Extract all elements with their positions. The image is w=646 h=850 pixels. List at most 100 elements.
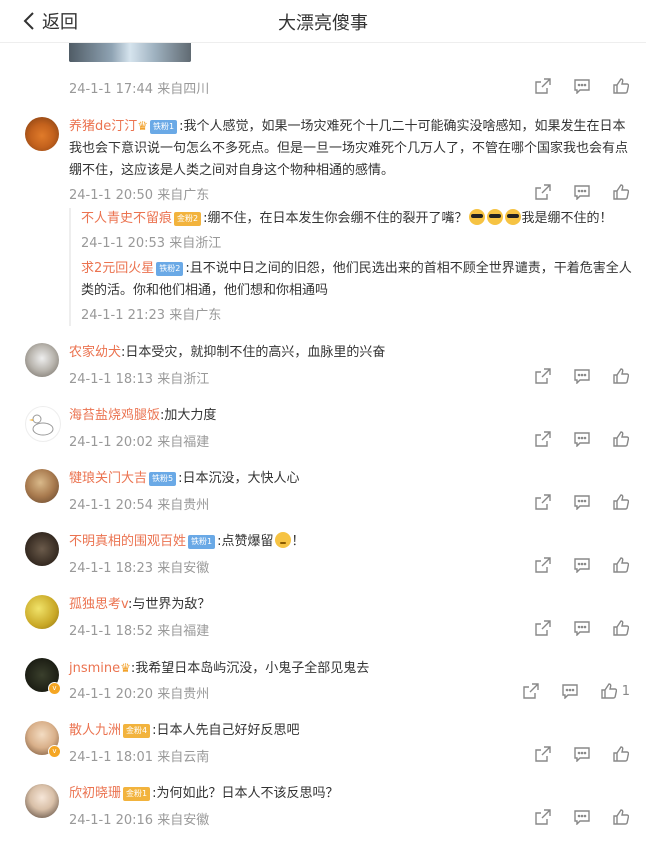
comment-icon[interactable] [573,367,591,385]
reply-meta: 24-1-1 20:53 来自浙江 [81,236,222,251]
comment-meta: 24-1-1 20:16 来自安徽 [69,813,210,828]
like-icon[interactable] [612,808,630,826]
cool-emoji-icon [486,209,503,225]
comment-text: :加大力度 [160,408,217,423]
share-icon[interactable] [534,493,552,511]
comment-icon[interactable] [561,682,579,700]
comment-text-block: 养猪de汀汀♛ 铁粉1:我个人感觉，如果一场灾难死个十几二十可能确实没啥感知，如果… [69,115,629,182]
username[interactable]: 海苔盐烧鸡腿饭 [69,408,160,423]
username[interactable]: 孤独思考v [69,597,128,612]
fan-badge: 铁粉1 [150,120,178,134]
comment-meta: 24-1-1 20:54 来自贵州 [69,498,210,513]
reply-item: 求2元回火星 铁粉2:且不说中日之间的旧怨，他们民选出来的首相不顾全世界谴责，干着… [81,258,641,323]
share-icon[interactable] [534,556,552,574]
comment-icon[interactable] [573,745,591,763]
comment-text: :日本沉没，大快人心 [178,471,300,486]
comment-text: :与世界为敌？ [127,597,211,612]
username[interactable]: 不明真相的围观百姓 [69,534,186,549]
share-icon[interactable] [534,77,552,95]
like-icon[interactable] [600,682,618,700]
like-icon[interactable] [612,77,630,95]
username[interactable]: 不人青史不留痕 [81,211,172,226]
comment-icon[interactable] [573,493,591,511]
avatar[interactable] [25,532,59,566]
comment-actions [513,367,630,385]
comment-icon[interactable] [573,77,591,95]
comment-text-block: 散人九洲 金粉4:日本人先自己好好反思吧 [69,720,629,742]
comment-meta: 24-1-1 20:20 来自贵州 [69,687,210,702]
like-icon[interactable] [612,745,630,763]
username[interactable]: 养猪de汀汀 [69,119,137,134]
comment-text: :我希望日本岛屿沉没，小鬼子全部见鬼去 [130,661,370,676]
top-bar: 返回 大漂亮傻事 [0,0,646,43]
share-icon[interactable] [534,183,552,201]
share-icon[interactable] [522,682,540,700]
comment-actions [513,808,630,826]
comment-meta: 24-1-1 20:50 来自广东 [69,188,210,203]
like-icon[interactable] [612,367,630,385]
comment-text-block: 欣初晓珊 金粉1:为何如此？日本人不该反思吗？ [69,783,629,805]
comment-text-block: 孤独思考v:与世界为敌？ [69,594,629,616]
fan-badge: 金粉2 [174,212,202,226]
comment-actions [513,77,630,95]
comment-text-block: 不明真相的围观百姓 铁粉1:点赞爆留 ！ [69,531,629,553]
comment-icon[interactable] [573,619,591,637]
share-icon[interactable] [534,619,552,637]
avatar[interactable] [25,117,59,151]
username[interactable]: 散人九洲 [69,723,121,738]
comment-meta: 24-1-1 20:02 来自福建 [69,435,210,450]
share-icon[interactable] [534,430,552,448]
share-icon[interactable] [534,745,552,763]
fan-badge: 金粉1 [123,787,151,801]
comment-meta: 24-1-1 18:23 来自安徽 [69,561,210,576]
share-icon[interactable] [534,367,552,385]
comment-actions [513,745,630,763]
username[interactable]: 欣初晓珊 [69,786,121,801]
comment-actions [513,430,630,448]
cool-emoji-icon [468,209,485,225]
reply-item: 不人青史不留痕 金粉2:绷不住，在日本发生你会绷不住的裂开了嘴？ 我是绷不住的！ 2… [81,208,641,251]
like-icon[interactable] [612,493,630,511]
crown-icon: ♛ [120,661,131,675]
comment-text-tail: ！ [291,534,305,549]
comment-meta: 24-1-1 18:01 来自云南 [69,750,210,765]
username[interactable]: jnsmine [69,661,120,676]
comment-text: :为何如此？日本人不该反思吗？ [152,786,339,801]
avatar[interactable] [25,343,59,377]
comment-meta: 24-1-1 18:13 来自浙江 [69,372,210,387]
comment-text-block: 农家幼犬:日本受灾，就抑制不住的高兴，血脉里的兴奋 [69,342,629,364]
comment-icon[interactable] [573,430,591,448]
like-icon[interactable] [612,430,630,448]
verified-icon: v [48,745,61,758]
like-icon[interactable] [612,183,630,201]
fan-badge: 铁粉1 [188,535,216,549]
comment-actions: 1 [501,682,630,700]
face-emoji-icon [274,532,291,548]
comment-icon[interactable] [573,808,591,826]
like-icon[interactable] [612,619,630,637]
username[interactable]: 犍琅关门大吉 [69,471,147,486]
avatar[interactable] [25,784,59,818]
comment-icon[interactable] [573,183,591,201]
comment-text-block: jnsmine♛:我希望日本岛屿沉没，小鬼子全部见鬼去 [69,657,629,680]
avatar[interactable] [25,595,59,629]
cool-emoji-icon [504,209,521,225]
image-thumbnail[interactable] [69,43,191,62]
comment-meta: 24-1-1 17:44 来自四川 [69,82,210,97]
page-title: 大漂亮傻事 [278,13,368,34]
comment-icon[interactable] [573,556,591,574]
fan-badge: 金粉4 [123,724,151,738]
reply-meta: 24-1-1 21:23 来自广东 [81,308,222,323]
username[interactable]: 农家幼犬 [69,345,121,360]
comment-text: :点赞爆留 [217,534,274,549]
comment-actions [513,183,630,201]
share-icon[interactable] [534,808,552,826]
comment-text-block: 海苔盐烧鸡腿饭:加大力度 [69,405,629,427]
like-icon[interactable] [612,556,630,574]
avatar[interactable] [25,469,59,503]
comment-meta: 24-1-1 18:52 来自福建 [69,624,210,639]
verified-icon: v [48,682,61,695]
avatar[interactable] [25,406,61,442]
username[interactable]: 求2元回火星 [81,261,154,276]
comment-actions [513,493,630,511]
